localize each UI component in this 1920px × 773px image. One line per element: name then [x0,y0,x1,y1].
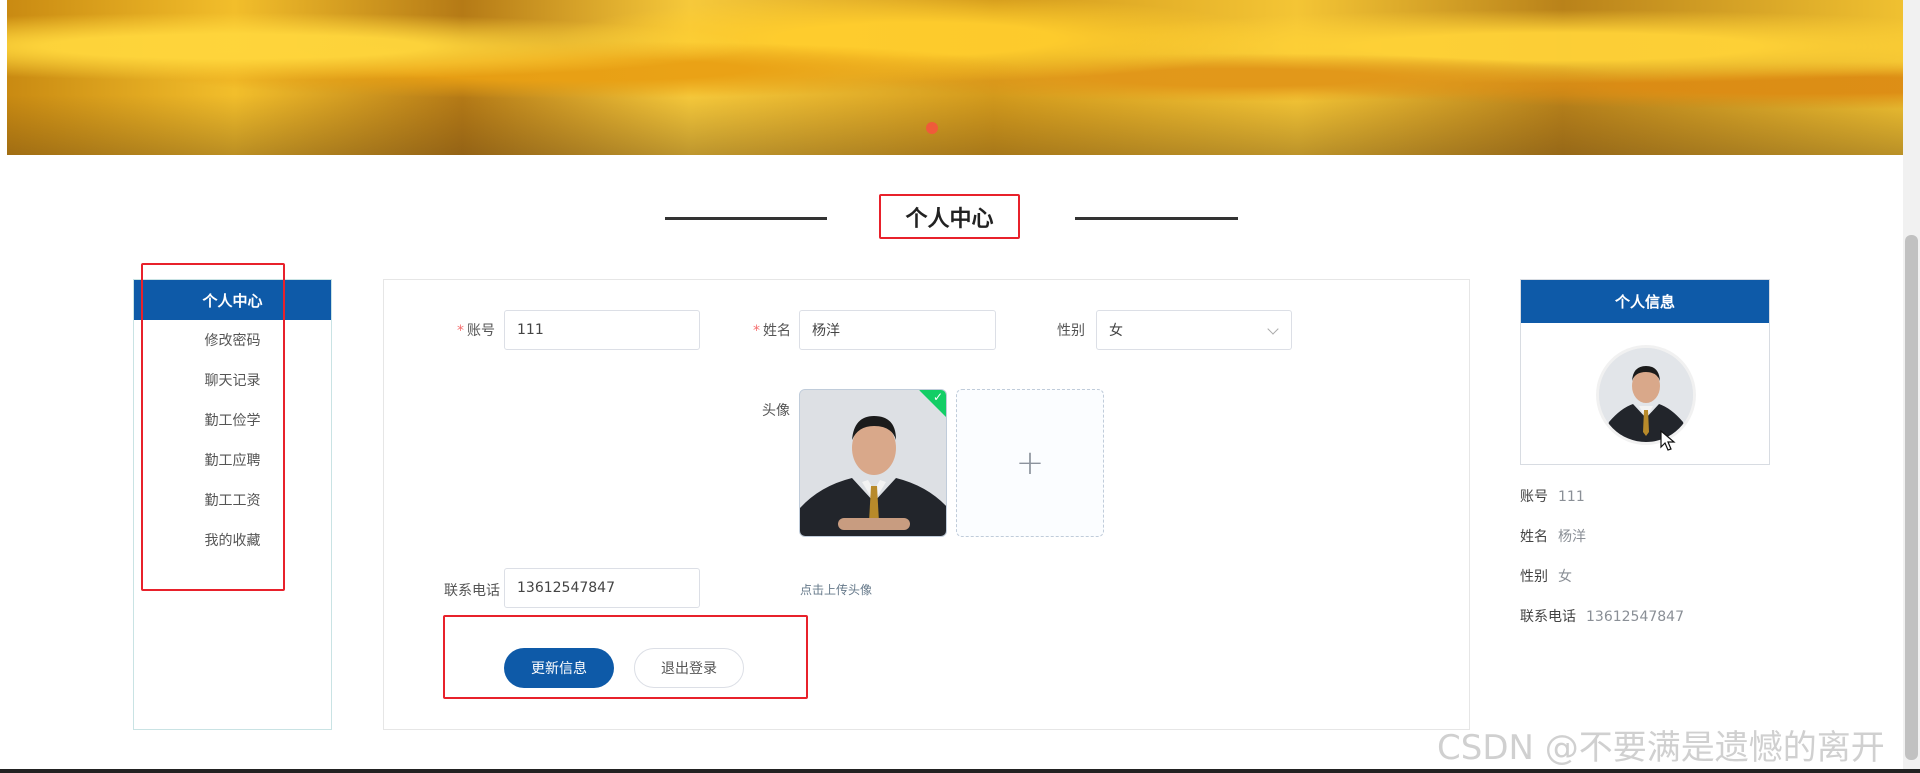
phone-label: 联系电话 [444,583,500,599]
avatar-label: 头像 [762,403,790,419]
hero-banner [7,0,1904,155]
plus-icon: + [1015,443,1045,483]
gender-label: 性别 [1057,323,1085,339]
title-decoration-line-left [665,217,827,220]
required-asterisk: * [753,323,760,339]
gender-select[interactable]: 女 [1096,310,1292,350]
avatar-upload-button[interactable]: + [956,389,1104,537]
check-icon: ✓ [932,390,943,404]
scrollbar-thumb[interactable] [1905,235,1918,760]
bottom-border [0,769,1920,773]
info-card-header: 个人信息 [1521,280,1769,323]
avatar-photo [800,390,946,536]
avatar-photo-small [1599,348,1693,442]
mouse-cursor-icon [1660,430,1676,451]
account-label: * 账号 [457,323,495,339]
name-label: * 姓名 [753,323,791,339]
info-row-name: 姓名 杨洋 [1520,529,1586,545]
info-row-gender: 性别女 [1520,569,1572,585]
title-decoration-line-right [1075,217,1238,220]
upload-avatar-link[interactable]: 点击上传头像 [800,581,872,598]
phone-input[interactable]: 13612547847 [504,568,700,608]
account-input[interactable]: 111 [504,310,700,350]
carousel-indicator-dot[interactable] [926,122,938,134]
profile-info-card: 个人信息 [1520,279,1770,465]
info-row-phone: 联系电话 13612547847 [1520,609,1684,625]
buttons-highlight-box [443,615,808,699]
page: 个人中心 个人中心 修改密码 聊天记录 勤工俭学 勤工应聘 勤工工资 我的收藏 … [0,0,1920,773]
chevron-down-icon [1267,323,1279,335]
page-title: 个人中心 [905,206,994,232]
required-asterisk: * [457,323,464,339]
uploaded-avatar-preview[interactable]: ✓ [799,389,947,537]
watermark-text: CSDN @不要满是遗憾的离开 [1437,728,1885,768]
name-input[interactable]: 杨洋 [799,310,996,350]
avatar [1599,348,1693,442]
sidebar-highlight-box [141,263,285,591]
info-row-account: 账号 111 [1520,489,1585,505]
